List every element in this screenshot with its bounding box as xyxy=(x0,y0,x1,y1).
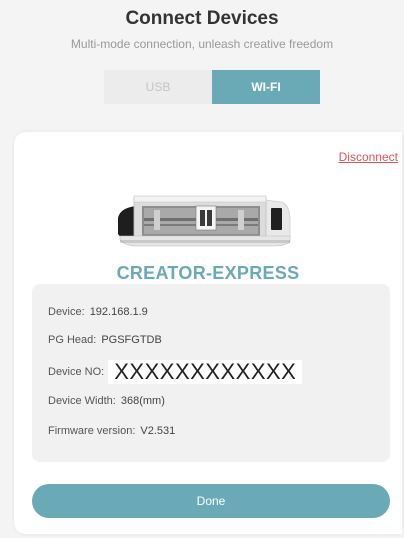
device-no-label: Device NO: xyxy=(48,365,105,378)
info-row-pg-head: PG Head: PGSFGTDB xyxy=(48,334,162,346)
cutting-machine-image xyxy=(118,195,291,247)
tab-wifi[interactable]: WI-FI xyxy=(212,70,320,104)
info-row-device-width: Device Width: 368(mm) xyxy=(48,395,165,407)
device-info-panel: Device: 192.168.1.9 PG Head: PGSFGTDB Devi… xyxy=(32,284,390,462)
firmware-label: Firmware version: xyxy=(48,425,136,437)
pg-head-label: PG Head: xyxy=(48,334,97,346)
device-width-value: 368(mm) xyxy=(120,395,165,407)
connection-mode-toggle: USB WI-FI xyxy=(104,70,320,104)
info-row-firmware: Firmware version: V2.531 xyxy=(48,425,175,437)
disconnect-link[interactable]: Disconnect xyxy=(339,150,398,164)
device-card: Disconnect CREATOR-EXPRESS Device: 192.1… xyxy=(14,132,402,534)
pg-head-value: PGSFGTDB xyxy=(101,334,162,346)
connect-devices-screen: Connect Devices Multi-mode connection, u… xyxy=(0,0,404,538)
done-button[interactable]: Done xyxy=(32,484,390,518)
device-width-label: Device Width: xyxy=(48,395,116,407)
page-subtitle: Multi-mode connection, unleash creative … xyxy=(70,37,334,51)
device-label: Device: xyxy=(48,306,85,318)
info-row-device: Device: 192.168.1.9 xyxy=(48,306,148,318)
page-title: Connect Devices xyxy=(125,8,279,29)
tab-usb[interactable]: USB xyxy=(104,70,212,104)
firmware-value: V2.531 xyxy=(140,425,176,437)
info-row-device-no: Device NO: XXXXXXXXXXXX xyxy=(48,360,303,384)
device-name: CREATOR-EXPRESS xyxy=(116,263,300,283)
device-no-value: XXXXXXXXXXXX xyxy=(108,360,303,384)
device-value: 192.168.1.9 xyxy=(89,306,148,318)
